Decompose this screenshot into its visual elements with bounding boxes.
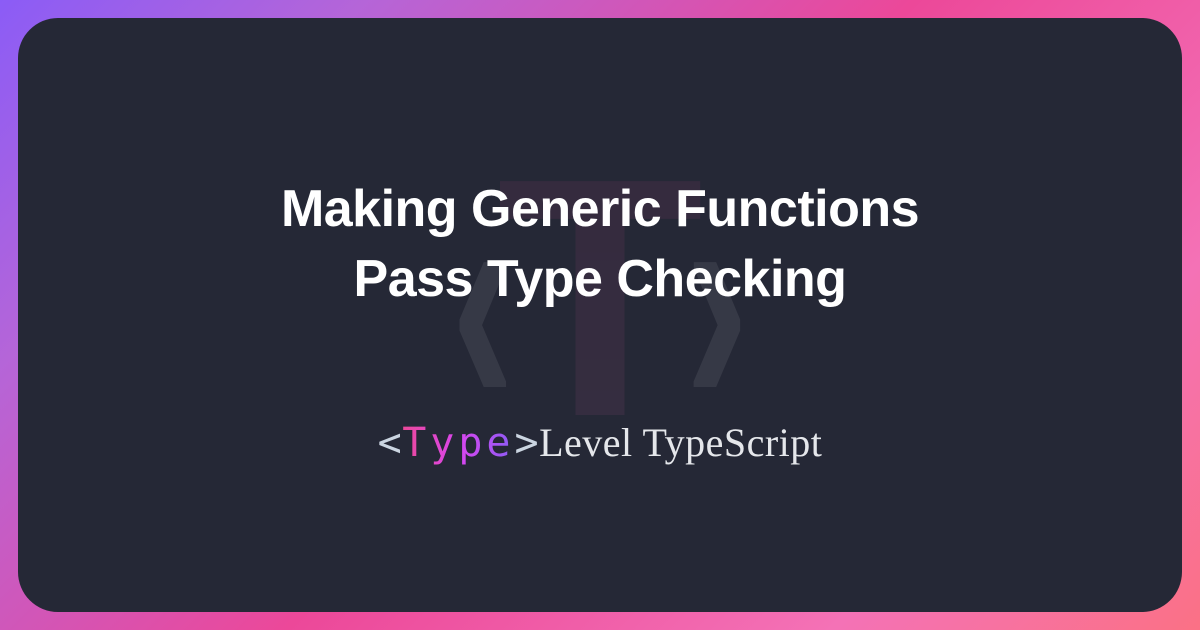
angle-open-icon: < (378, 420, 403, 466)
gradient-frame: ‹ T › Making Generic Functions Pass Type… (0, 0, 1200, 630)
brand-rest: Level TypeScript (539, 420, 822, 465)
page-title: Making Generic Functions Pass Type Check… (281, 174, 919, 314)
title-line-1: Making Generic Functions (281, 180, 919, 238)
brand-wordmark: <Type>Level TypeScript (378, 419, 823, 466)
brand-type-word: Type (402, 420, 514, 466)
angle-close-icon: > (515, 420, 540, 466)
title-line-2: Pass Type Checking (354, 250, 847, 308)
card: ‹ T › Making Generic Functions Pass Type… (18, 18, 1182, 612)
